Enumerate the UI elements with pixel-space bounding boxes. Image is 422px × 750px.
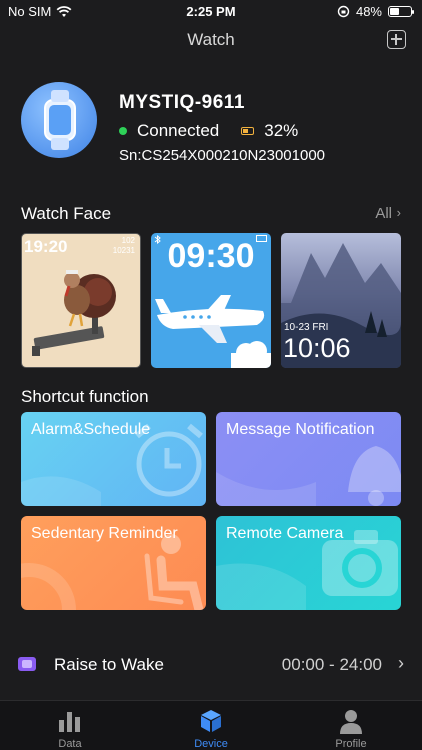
tab-data-label: Data: [58, 738, 82, 750]
tab-data[interactable]: Data: [0, 701, 140, 750]
page-title: Watch: [187, 30, 235, 49]
smartwatch-icon: [44, 90, 76, 150]
tab-profile[interactable]: Profile: [281, 701, 421, 750]
battery-percent: 48%: [355, 4, 382, 19]
watch-face-1[interactable]: 19:20 102 10231: [21, 233, 141, 368]
remote-camera-card[interactable]: Remote Camera: [216, 516, 401, 610]
cube-icon: [201, 710, 221, 732]
watch-face-3[interactable]: 10-23 FRI 10:06: [281, 233, 401, 368]
turkey-treadmill-illustration: [32, 270, 116, 356]
raise-to-wake-label: Raise to Wake: [54, 655, 164, 674]
device-battery-level: 32%: [264, 121, 299, 140]
bar-chart-icon: [59, 712, 80, 732]
orientation-lock-icon: [337, 5, 350, 18]
sedentary-reminder-card[interactable]: Sedentary Reminder: [21, 516, 206, 610]
connection-status: Connected 32%: [119, 121, 298, 141]
battery-icon: [388, 6, 414, 17]
connection-label: Connected: [137, 121, 220, 140]
device-battery-icon: [241, 127, 255, 135]
shortcut-title: Shortcut function: [21, 387, 149, 406]
tab-device[interactable]: Device: [141, 701, 281, 750]
airplane-illustration: [155, 295, 271, 368]
remote-camera-label: Remote Camera: [226, 525, 344, 542]
raise-wrist-icon: [18, 657, 36, 671]
message-notification-label: Message Notification: [226, 421, 375, 438]
alarm-schedule-label: Alarm&Schedule: [31, 421, 151, 438]
add-device-button[interactable]: [387, 30, 406, 49]
face-3-date: 10-23 FRI: [284, 322, 329, 333]
message-notification-card[interactable]: Message Notification: [216, 412, 401, 506]
chevron-right-icon[interactable]: ›: [397, 205, 401, 220]
chevron-right-icon[interactable]: ›: [398, 653, 404, 674]
alarm-schedule-card[interactable]: Alarm&Schedule: [21, 412, 206, 506]
watch-face-2[interactable]: 09:30: [151, 233, 271, 368]
connected-indicator: [119, 127, 127, 135]
sedentary-reminder-label: Sedentary Reminder: [31, 525, 178, 542]
tab-bar: Data Device Profile: [0, 700, 422, 750]
tab-profile-label: Profile: [335, 738, 367, 750]
raise-to-wake-time: 00:00 - 24:00: [281, 655, 382, 674]
status-right: 48%: [337, 4, 414, 19]
raise-to-wake-row[interactable]: Raise to Wake 00:00 - 24:00 ›: [0, 650, 422, 680]
device-serial: Sn:CS254X000210N23001000: [119, 147, 326, 164]
face-3-time: 10:06: [283, 333, 351, 363]
all-faces-link[interactable]: All: [375, 205, 392, 222]
watch-face-title: Watch Face: [21, 204, 112, 223]
status-bar: No SIM 2:25 PM 48%: [0, 0, 422, 24]
tab-device-label: Device: [194, 738, 228, 750]
device-avatar[interactable]: [21, 82, 97, 158]
person-icon: [340, 710, 362, 734]
device-name: MYSTIQ-9611: [119, 92, 245, 113]
